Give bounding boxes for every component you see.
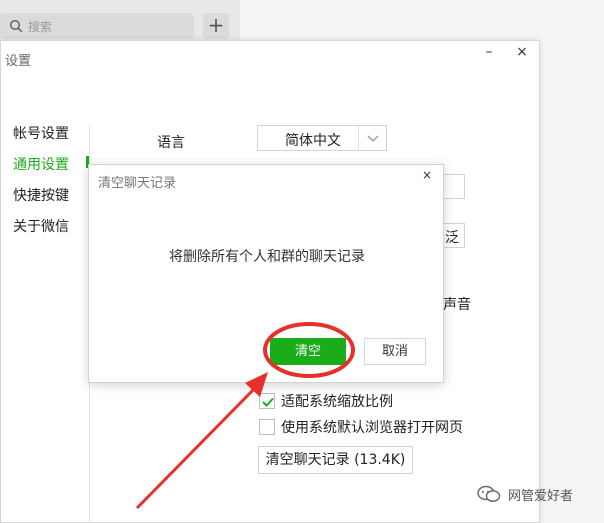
dialog-title: 清空聊天记录 [98,176,177,191]
wechat-logo-icon [477,485,501,502]
browser-option[interactable]: 使用系统默认浏览器打开网页 [259,417,463,437]
confirm-clear-button[interactable]: 清空 [270,338,346,365]
scale-label: 适配系统缩放比例 [281,394,393,410]
settings-title: 设置 [5,54,32,69]
partial-sound-label: 声音 [443,297,471,313]
search-icon [9,19,23,33]
dialog-close-button[interactable]: × [422,168,432,182]
checkmark-icon [262,397,274,407]
search-placeholder: 搜索 [28,20,53,34]
partial-select-box[interactable] [441,174,465,199]
language-select[interactable]: 简体中文 [257,125,387,151]
nav-item-about[interactable]: 关于微信 [13,216,69,236]
search-input[interactable]: 搜索 [0,13,194,39]
nav-item-general[interactable]: 通用设置 [13,154,69,174]
watermark: 网管爱好者 [476,484,573,504]
clear-history-button[interactable]: 清空聊天记录 (13.4K) [258,446,413,474]
partial-label: 泛 [445,230,459,246]
watermark-text: 网管爱好者 [508,488,574,504]
language-label: 语言 [157,135,185,151]
language-value: 简体中文 [285,133,341,149]
add-button[interactable]: + [203,13,229,39]
browser-checkbox[interactable] [259,419,275,435]
dialog-message: 将删除所有个人和群的聊天记录 [169,249,365,265]
nav-item-account[interactable]: 帐号设置 [13,123,69,143]
scale-checkbox[interactable] [259,393,275,409]
scale-option[interactable]: 适配系统缩放比例 [259,391,393,411]
nav-item-shortcuts[interactable]: 快捷按键 [13,185,69,205]
clear-history-dialog: 清空聊天记录 × 将删除所有个人和群的聊天记录 清空 取消 [88,164,444,383]
close-button[interactable]: × [514,44,530,64]
cancel-button[interactable]: 取消 [364,338,426,365]
chevron-down-icon[interactable] [358,126,386,150]
minimize-button[interactable]: – [481,44,497,64]
browser-label: 使用系统默认浏览器打开网页 [281,420,463,436]
